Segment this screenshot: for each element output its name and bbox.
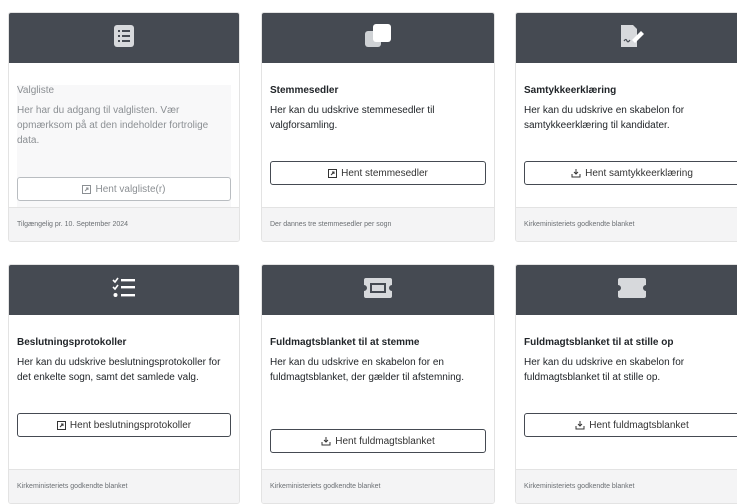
button-label: Hent beslutningsprotokoller: [69, 419, 192, 431]
open-external-icon: [82, 184, 92, 194]
card-title: Fuldmagtsblanket til at stille op: [524, 337, 674, 348]
card-title: Beslutningsprotokoller: [17, 337, 127, 348]
card-beslutningsprotokoller: Beslutningsprotokoller Her kan du udskri…: [8, 264, 240, 504]
open-external-icon: [56, 420, 66, 430]
checklist-icon: [112, 277, 136, 304]
card-description: Her kan du udskrive en skabelon for en f…: [270, 357, 464, 383]
card-description: Her kan du udskrive beslutningsprotokoll…: [17, 357, 221, 383]
download-icon: [321, 436, 331, 446]
button-label: Hent samtykkeerklæring: [585, 167, 693, 179]
card-footer: Kirkeministeriets godkendte blanket: [262, 469, 494, 503]
card-footer: Kirkeministeriets godkendte blanket: [9, 469, 239, 503]
card-title: Samtykkeerklæring: [524, 85, 617, 96]
download-icon: [571, 168, 581, 178]
card-footer: Der dannes tre stemmesedler per sogn: [262, 207, 494, 241]
button-label: Hent valgliste(r): [95, 183, 166, 195]
card-footer: Tilgængelig pr. 10. September 2024: [9, 207, 239, 241]
open-external-icon: [328, 168, 338, 178]
card-valgliste: Valgliste Her har du adgang til valglist…: [8, 12, 240, 242]
button-label: Hent fuldmagtsblanket: [335, 435, 435, 447]
ticket-icon: [617, 277, 647, 304]
card-description: Her kan du udskrive stemmesedler til val…: [270, 105, 435, 131]
download-icon: [575, 420, 585, 430]
download-samtykkeerklaering-button[interactable]: Hent samtykkeerklæring: [524, 161, 737, 185]
list-icon: [114, 24, 134, 52]
card-description: Her kan du udskrive en skabelon for fuld…: [524, 357, 685, 383]
card-description: Her kan du udskrive en skabelon for samt…: [524, 105, 685, 131]
download-fuldmagt-stemme-button[interactable]: Hent fuldmagtsblanket: [270, 429, 486, 453]
card-samtykkeerklaering: Samtykkeerklæring Her kan du udskrive en…: [515, 12, 737, 242]
button-label: Hent stemmesedler: [341, 167, 428, 179]
card-title: Fuldmagtsblanket til at stemme: [270, 337, 420, 348]
download-fuldmagt-stille-op-button[interactable]: Hent fuldmagtsblanket: [524, 413, 737, 437]
card-header: [262, 265, 494, 315]
button-label: Hent fuldmagtsblanket: [589, 419, 689, 431]
card-description: Her har du adgang til valglisten. Vær op…: [17, 105, 209, 146]
card-header: [9, 265, 239, 315]
card-header: [516, 265, 737, 315]
card-header: [262, 13, 494, 63]
ticket-icon: [363, 277, 393, 304]
card-title: Valgliste: [17, 85, 55, 96]
card-title: Stemmesedler: [270, 85, 339, 96]
signed-document-icon: [619, 23, 645, 54]
card-header: [516, 13, 737, 63]
ballots-icon: [365, 23, 391, 53]
card-fuldmagt-stille-op: Fuldmagtsblanket til at stille op Her ka…: [515, 264, 737, 504]
card-stemmesedler: Stemmesedler Her kan du udskrive stemmes…: [261, 12, 495, 242]
download-valgliste-button[interactable]: Hent valgliste(r): [17, 177, 231, 201]
card-header: [9, 13, 239, 63]
card-fuldmagt-stemme: Fuldmagtsblanket til at stemme Her kan d…: [261, 264, 495, 504]
card-footer: Kirkeministeriets godkendte blanket: [516, 469, 737, 503]
download-beslutningsprotokoller-button[interactable]: Hent beslutningsprotokoller: [17, 413, 231, 437]
card-footer: Kirkeministeriets godkendte blanket: [516, 207, 737, 241]
download-stemmesedler-button[interactable]: Hent stemmesedler: [270, 161, 486, 185]
